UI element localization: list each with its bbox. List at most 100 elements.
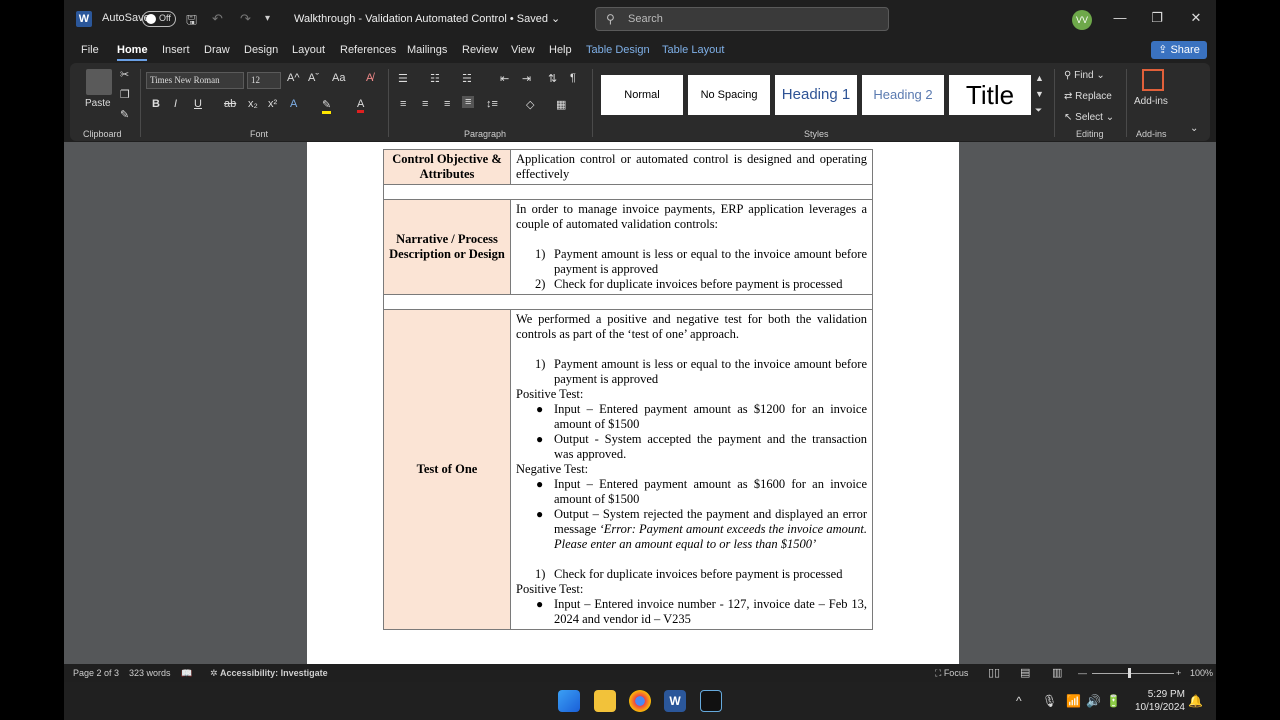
zoom-out-icon[interactable]: —: [1078, 668, 1087, 678]
bullets-icon[interactable]: ☰: [398, 72, 408, 85]
tab-design[interactable]: Design: [244, 44, 278, 56]
tab-table-layout[interactable]: Table Layout: [662, 44, 724, 56]
read-mode-icon[interactable]: ▯▯: [988, 666, 1000, 679]
change-case-icon[interactable]: Aa: [332, 72, 345, 84]
style-heading-1[interactable]: Heading 1: [775, 75, 857, 115]
wifi-icon[interactable]: 📶: [1066, 694, 1081, 708]
style-title[interactable]: Title: [949, 75, 1031, 115]
cut-icon[interactable]: ✂: [120, 68, 129, 81]
narrative-label[interactable]: Narrative / Process Description or Desig…: [383, 199, 511, 295]
collapse-ribbon-icon[interactable]: ⌄: [1190, 123, 1198, 134]
multilevel-list-icon[interactable]: ☵: [462, 72, 472, 85]
tab-table-design[interactable]: Table Design: [586, 44, 650, 56]
style-normal[interactable]: Normal: [601, 75, 683, 115]
select-button[interactable]: ↖ Select ⌄: [1064, 112, 1114, 123]
battery-icon[interactable]: 🔋: [1106, 694, 1121, 708]
test-of-one-value[interactable]: We performed a positive and negative tes…: [510, 309, 873, 630]
customize-toolbar-icon[interactable]: ▾: [265, 13, 270, 24]
redo-icon[interactable]: ↷: [240, 11, 251, 27]
bold-icon[interactable]: B: [152, 98, 160, 110]
volume-icon[interactable]: 🔊: [1086, 694, 1101, 708]
tab-references[interactable]: References: [340, 44, 396, 56]
notification-bell-icon[interactable]: 🔔: [1188, 694, 1203, 708]
copy-icon[interactable]: ❐: [120, 88, 130, 101]
accessibility-status[interactable]: ✲ Accessibility: Investigate: [210, 668, 328, 679]
font-size-box[interactable]: 12: [247, 72, 281, 89]
undo-icon[interactable]: ↶: [212, 11, 223, 27]
word-taskbar-icon[interactable]: W: [664, 690, 686, 712]
spacer-cell[interactable]: [383, 184, 873, 200]
zoom-slider-handle[interactable]: [1128, 668, 1131, 678]
highlight-icon[interactable]: ✎: [322, 98, 332, 114]
add-ins-icon[interactable]: [1142, 69, 1164, 91]
find-button[interactable]: ⚲ Find ⌄: [1064, 70, 1105, 81]
replace-button[interactable]: ⇄ Replace: [1064, 91, 1112, 102]
tab-file[interactable]: File: [81, 44, 99, 56]
show-marks-icon[interactable]: ¶: [570, 72, 576, 84]
spacer-cell[interactable]: [383, 294, 873, 310]
align-left-icon[interactable]: ≡: [400, 98, 406, 110]
style-no-spacing[interactable]: No Spacing: [688, 75, 770, 115]
narrative-value[interactable]: In order to manage invoice payments, ERP…: [510, 199, 873, 295]
start-icon[interactable]: [558, 690, 580, 712]
zoom-level[interactable]: 100%: [1190, 668, 1213, 678]
clock[interactable]: 5:29 PM 10/19/2024: [1129, 688, 1185, 714]
underline-icon[interactable]: U: [194, 98, 202, 110]
tab-help[interactable]: Help: [549, 44, 572, 56]
superscript-icon[interactable]: x²: [268, 98, 277, 110]
subscript-icon[interactable]: x₂: [248, 98, 258, 110]
tray-overflow-icon[interactable]: ^: [1016, 694, 1022, 708]
restore-icon[interactable]: ❐: [1147, 10, 1167, 26]
terminal-app-icon[interactable]: [700, 690, 722, 712]
styles-scroll-down-icon[interactable]: ▼: [1035, 89, 1044, 99]
font-name-box[interactable]: Times New Roman: [146, 72, 244, 89]
text-effects-icon[interactable]: A: [290, 98, 297, 110]
tab-insert[interactable]: Insert: [162, 44, 190, 56]
autosave-toggle[interactable]: Off: [142, 11, 176, 27]
search-box[interactable]: ⚲ Search: [595, 7, 889, 31]
styles-more-icon[interactable]: ⏷: [1035, 105, 1042, 116]
print-layout-icon[interactable]: ▤: [1020, 666, 1030, 679]
italic-icon[interactable]: I: [174, 98, 177, 110]
paste-button[interactable]: Paste: [85, 98, 111, 109]
font-color-icon[interactable]: A: [357, 98, 365, 113]
tab-layout[interactable]: Layout: [292, 44, 325, 56]
sort-icon[interactable]: ⇅: [548, 72, 557, 85]
save-icon[interactable]: 🖫: [186, 11, 197, 33]
file-explorer-icon[interactable]: [594, 690, 616, 712]
close-icon[interactable]: ✕: [1186, 10, 1206, 26]
minimize-icon[interactable]: —: [1110, 10, 1130, 25]
avatar[interactable]: VV: [1072, 10, 1092, 30]
styles-scroll-up-icon[interactable]: ▲: [1035, 73, 1044, 83]
decrease-indent-icon[interactable]: ⇤: [500, 72, 509, 85]
document-title[interactable]: Walkthrough - Validation Automated Contr…: [294, 12, 560, 25]
justify-icon[interactable]: ≡: [462, 96, 475, 108]
tab-mailings[interactable]: Mailings: [407, 44, 447, 56]
format-painter-icon[interactable]: ✎: [120, 108, 129, 121]
share-button[interactable]: ⇪ Share: [1151, 41, 1207, 59]
align-right-icon[interactable]: ≡: [444, 98, 450, 110]
chrome-icon[interactable]: [629, 690, 651, 712]
borders-icon[interactable]: ▦: [556, 98, 566, 111]
shading-icon[interactable]: ◇: [526, 98, 534, 111]
page-count[interactable]: Page 2 of 3: [73, 668, 119, 678]
strikethrough-icon[interactable]: ab: [224, 98, 236, 110]
tab-view[interactable]: View: [511, 44, 535, 56]
control-objective-value[interactable]: Application control or automated control…: [510, 149, 873, 185]
word-count[interactable]: 323 words: [129, 668, 171, 678]
control-objective-label[interactable]: Control Objective & Attributes: [383, 149, 511, 185]
clear-formatting-icon[interactable]: A̸: [366, 72, 373, 84]
document-page[interactable]: Control Objective & Attributes Applicati…: [307, 142, 959, 664]
test-of-one-label[interactable]: Test of One: [383, 309, 511, 630]
microphone-icon[interactable]: 🎙: [1042, 694, 1057, 708]
focus-button[interactable]: ⛶ Focus: [935, 668, 968, 679]
paste-icon[interactable]: [86, 69, 112, 95]
style-heading-2[interactable]: Heading 2: [862, 75, 944, 115]
zoom-in-icon[interactable]: +: [1176, 668, 1181, 678]
align-center-icon[interactable]: ≡: [422, 98, 428, 110]
tab-review[interactable]: Review: [462, 44, 498, 56]
increase-indent-icon[interactable]: ⇥: [522, 72, 531, 85]
grow-font-icon[interactable]: A^: [287, 72, 300, 84]
numbering-icon[interactable]: ☷: [430, 72, 440, 85]
shrink-font-icon[interactable]: Aˇ: [308, 72, 319, 84]
